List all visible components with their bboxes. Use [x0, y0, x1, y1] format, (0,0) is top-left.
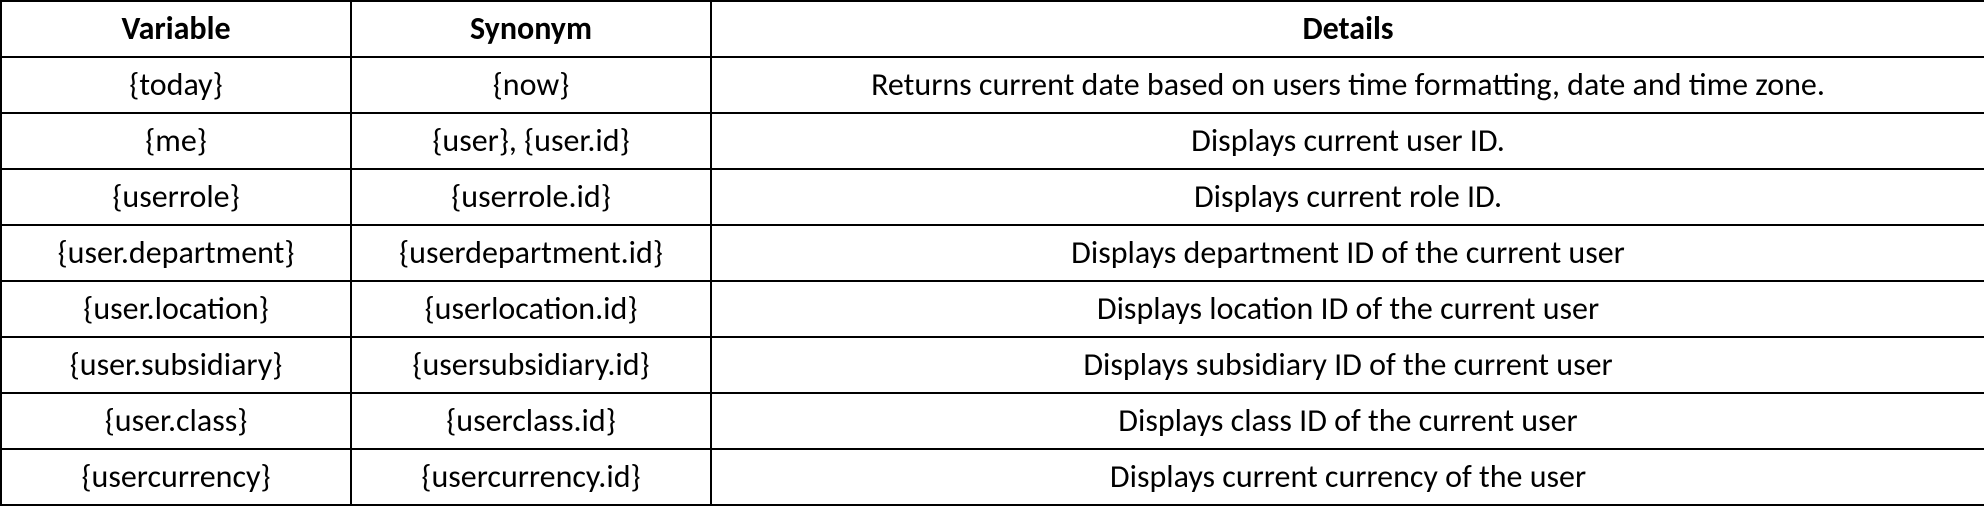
table-row: {me} {user}, {user.id} Displays current …	[1, 113, 1984, 169]
cell-synonym: {usercurrency.id}	[351, 449, 711, 505]
cell-variable: {user.location}	[1, 281, 351, 337]
cell-synonym: {userdepartment.id}	[351, 225, 711, 281]
cell-variable: {userrole}	[1, 169, 351, 225]
header-synonym: Synonym	[351, 1, 711, 57]
cell-details: Displays current user ID.	[711, 113, 1984, 169]
cell-synonym: {now}	[351, 57, 711, 113]
cell-variable: {today}	[1, 57, 351, 113]
cell-variable: {user.class}	[1, 393, 351, 449]
cell-synonym: {userlocation.id}	[351, 281, 711, 337]
table-row: {user.subsidiary} {usersubsidiary.id} Di…	[1, 337, 1984, 393]
cell-variable: {user.subsidiary}	[1, 337, 351, 393]
table-row: {user.class} {userclass.id} Displays cla…	[1, 393, 1984, 449]
cell-details: Displays current role ID.	[711, 169, 1984, 225]
cell-details: Displays subsidiary ID of the current us…	[711, 337, 1984, 393]
cell-synonym: {usersubsidiary.id}	[351, 337, 711, 393]
cell-details: Returns current date based on users time…	[711, 57, 1984, 113]
table-row: {usercurrency} {usercurrency.id} Display…	[1, 449, 1984, 505]
table-row: {today} {now} Returns current date based…	[1, 57, 1984, 113]
header-details: Details	[711, 1, 1984, 57]
table-row: {userrole} {userrole.id} Displays curren…	[1, 169, 1984, 225]
cell-variable: {usercurrency}	[1, 449, 351, 505]
header-variable: Variable	[1, 1, 351, 57]
cell-variable: {user.department}	[1, 225, 351, 281]
cell-synonym: {user}, {user.id}	[351, 113, 711, 169]
cell-synonym: {userrole.id}	[351, 169, 711, 225]
cell-details: Displays location ID of the current user	[711, 281, 1984, 337]
table-row: {user.location} {userlocation.id} Displa…	[1, 281, 1984, 337]
table-header-row: Variable Synonym Details	[1, 1, 1984, 57]
cell-details: Displays department ID of the current us…	[711, 225, 1984, 281]
cell-details: Displays current currency of the user	[711, 449, 1984, 505]
cell-synonym: {userclass.id}	[351, 393, 711, 449]
table-row: {user.department} {userdepartment.id} Di…	[1, 225, 1984, 281]
cell-variable: {me}	[1, 113, 351, 169]
cell-details: Displays class ID of the current user	[711, 393, 1984, 449]
variables-table: Variable Synonym Details {today} {now} R…	[0, 0, 1984, 506]
